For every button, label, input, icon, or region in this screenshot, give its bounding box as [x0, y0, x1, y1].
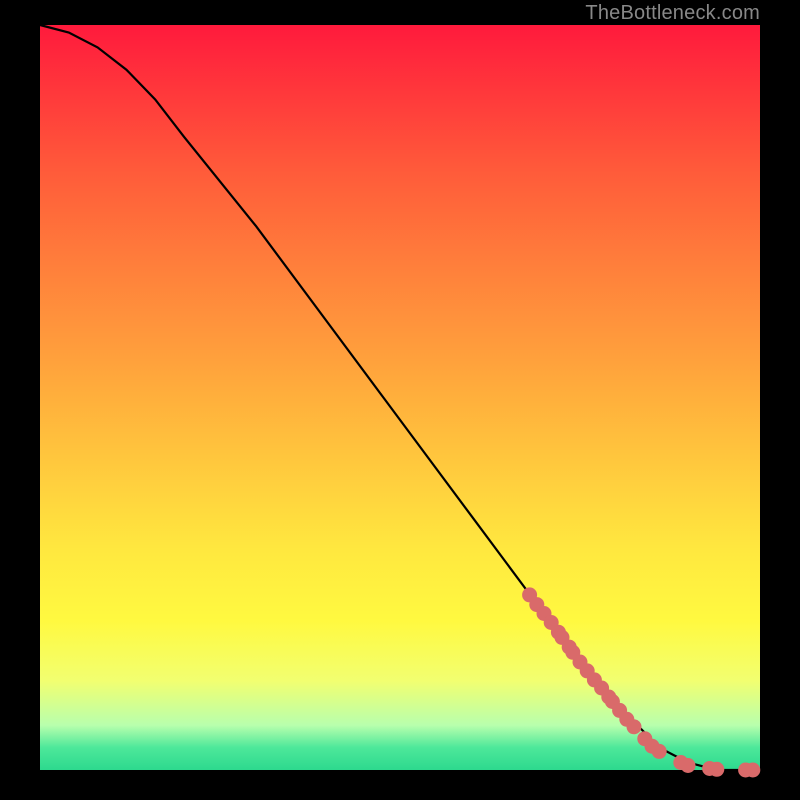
watermark-text: TheBottleneck.com: [585, 2, 760, 25]
data-marker: [627, 719, 642, 734]
marker-group: [522, 587, 760, 777]
data-marker: [745, 763, 760, 778]
plot-area: [40, 25, 760, 770]
bottleneck-curve: [40, 25, 760, 770]
data-marker: [652, 744, 667, 759]
data-marker: [709, 762, 724, 777]
chart-frame: TheBottleneck.com: [0, 0, 800, 800]
chart-svg: [40, 25, 760, 770]
data-marker: [681, 758, 696, 773]
